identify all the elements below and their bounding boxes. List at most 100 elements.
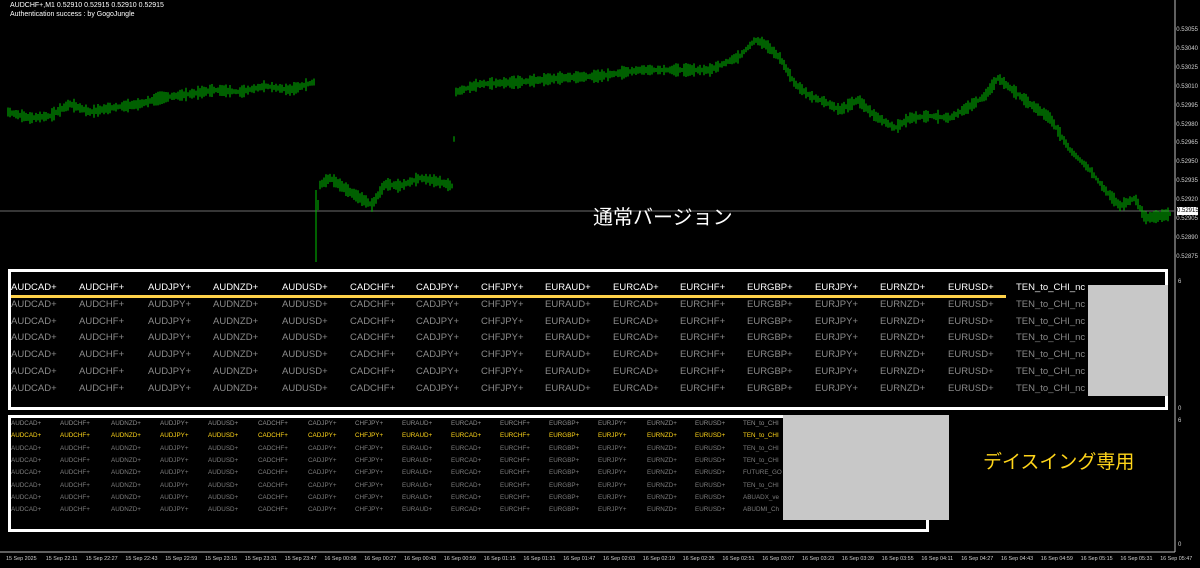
pair-cell[interactable]: EURCAD+ <box>451 432 481 439</box>
pair-cell[interactable]: AUDNZD+ <box>111 494 141 501</box>
pair-cell[interactable]: AUDUSD+ <box>282 349 328 360</box>
pair-cell[interactable]: EURJPY+ <box>598 445 627 452</box>
pair-cell[interactable]: EURNZD+ <box>880 299 925 310</box>
pair-cell[interactable]: AUDJPY+ <box>160 469 189 476</box>
pair-cell[interactable]: CHFJPY+ <box>481 383 524 394</box>
pair-cell[interactable]: EURJPY+ <box>815 282 858 293</box>
pair-cell[interactable]: EURAUD+ <box>402 494 432 501</box>
pair-cell[interactable]: EURJPY+ <box>598 469 627 476</box>
pair-cell[interactable]: EURGBP+ <box>549 420 579 427</box>
pair-cell[interactable]: AUDNZD+ <box>111 432 141 439</box>
pair-cell[interactable]: AUDCHF+ <box>79 299 124 310</box>
pair-cell[interactable]: EURAUD+ <box>402 506 432 513</box>
pair-cell[interactable]: EURAUD+ <box>402 469 432 476</box>
pair-cell[interactable]: TEN_to_CHI_nc <box>1016 366 1085 377</box>
pair-cell[interactable]: EURNZD+ <box>880 349 925 360</box>
pair-cell[interactable]: EURGBP+ <box>549 494 579 501</box>
pair-cell[interactable]: AUDCHF+ <box>60 506 90 513</box>
pair-cell[interactable]: EURCAD+ <box>451 445 481 452</box>
pair-cell[interactable]: AUDUSD+ <box>208 432 238 439</box>
pair-cell[interactable]: CADCHF+ <box>350 282 395 293</box>
pair-cell[interactable]: AUDNZD+ <box>213 349 258 360</box>
pair-cell[interactable]: AUDUSD+ <box>208 457 238 464</box>
pair-cell[interactable]: TEN_to_CHI <box>743 432 779 439</box>
pair-cell[interactable]: AUDJPY+ <box>160 432 189 439</box>
pair-cell[interactable]: AUDCAD+ <box>11 349 57 360</box>
pair-cell[interactable]: EURUSD+ <box>695 432 725 439</box>
pair-cell[interactable]: EURCAD+ <box>451 506 481 513</box>
pair-cell[interactable]: CADJPY+ <box>308 420 337 427</box>
pair-cell[interactable]: CADJPY+ <box>308 432 337 439</box>
pair-cell[interactable]: EURUSD+ <box>695 494 725 501</box>
pair-cell[interactable]: AUDCAD+ <box>11 482 41 489</box>
pair-cell[interactable]: EURCHF+ <box>680 349 725 360</box>
pair-cell[interactable]: CHFJPY+ <box>481 332 524 343</box>
pair-cell[interactable]: EURCAD+ <box>613 366 659 377</box>
pair-cell[interactable]: AUDNZD+ <box>213 383 258 394</box>
pair-cell[interactable]: EURUSD+ <box>695 457 725 464</box>
pair-cell[interactable]: EURUSD+ <box>695 420 725 427</box>
pair-cell[interactable]: EURNZD+ <box>880 282 925 293</box>
pair-cell[interactable]: AUDUSD+ <box>208 482 238 489</box>
pair-cell[interactable]: EURJPY+ <box>815 383 858 394</box>
pair-cell[interactable]: EURJPY+ <box>598 420 627 427</box>
pair-cell[interactable]: AUDCAD+ <box>11 282 57 293</box>
pair-cell[interactable]: AUDNZD+ <box>111 482 141 489</box>
pair-cell[interactable]: AUDUSD+ <box>208 494 238 501</box>
pair-cell[interactable]: CADCHF+ <box>350 316 395 327</box>
pair-cell[interactable]: CHFJPY+ <box>481 366 524 377</box>
pair-cell[interactable]: AUDNZD+ <box>213 332 258 343</box>
pair-cell[interactable]: EURUSD+ <box>695 506 725 513</box>
pair-cell[interactable]: EURUSD+ <box>948 349 994 360</box>
pair-cell[interactable]: EURAUD+ <box>545 383 591 394</box>
pair-cell[interactable]: EURCHF+ <box>680 366 725 377</box>
pair-cell[interactable]: CHFJPY+ <box>355 445 383 452</box>
pair-cell[interactable]: AUDUSD+ <box>208 469 238 476</box>
pair-cell[interactable]: EURGBP+ <box>747 299 793 310</box>
pair-cell[interactable]: EURNZD+ <box>647 482 677 489</box>
pair-cell[interactable]: CHFJPY+ <box>355 506 383 513</box>
pair-cell[interactable]: CADJPY+ <box>308 506 337 513</box>
pair-cell[interactable]: AUDUSD+ <box>208 420 238 427</box>
pair-cell[interactable]: EURAUD+ <box>402 420 432 427</box>
pair-cell[interactable]: AUDCHF+ <box>79 366 124 377</box>
pair-cell[interactable]: AUDCAD+ <box>11 469 41 476</box>
pair-cell[interactable]: AUDUSD+ <box>208 445 238 452</box>
pair-cell[interactable]: CHFJPY+ <box>481 282 524 293</box>
pair-cell[interactable]: AUDCHF+ <box>60 482 90 489</box>
pair-cell[interactable]: EURJPY+ <box>598 482 627 489</box>
pair-cell[interactable]: EURJPY+ <box>598 457 627 464</box>
pair-cell[interactable]: AUDUSD+ <box>282 282 328 293</box>
pair-cell[interactable]: EURAUD+ <box>545 332 591 343</box>
pair-cell[interactable]: CADCHF+ <box>258 420 288 427</box>
pair-cell[interactable]: EURCHF+ <box>500 457 530 464</box>
pair-cell[interactable]: AUDCAD+ <box>11 432 41 439</box>
pair-cell[interactable]: EURGBP+ <box>549 432 579 439</box>
pair-cell[interactable]: AUDJPY+ <box>148 332 191 343</box>
pair-cell[interactable]: AUDCHF+ <box>60 457 90 464</box>
pair-cell[interactable]: EURCAD+ <box>451 482 481 489</box>
pair-cell[interactable]: TEN_to_CHI_nc <box>1016 316 1085 327</box>
pair-cell[interactable]: EURGBP+ <box>549 482 579 489</box>
pair-cell[interactable]: TEN_to_CHI_nc <box>1016 282 1085 293</box>
pair-cell[interactable]: EURCHF+ <box>680 332 725 343</box>
pair-cell[interactable]: EURCAD+ <box>613 349 659 360</box>
pair-cell[interactable]: AUDCHF+ <box>79 349 124 360</box>
pair-cell[interactable]: EURCHF+ <box>680 316 725 327</box>
pair-cell[interactable]: EURUSD+ <box>948 316 994 327</box>
pair-cell[interactable]: EURJPY+ <box>815 366 858 377</box>
pair-cell[interactable]: AUDUSD+ <box>282 366 328 377</box>
pair-cell[interactable]: AUDJPY+ <box>160 445 189 452</box>
pair-cell[interactable]: CHFJPY+ <box>481 299 524 310</box>
pair-cell[interactable]: EURUSD+ <box>695 445 725 452</box>
pair-cell[interactable]: TEN_to_CHI <box>743 445 779 452</box>
pair-cell[interactable]: TEN_to_CHI_nc <box>1016 383 1085 394</box>
pair-cell[interactable]: AUDJPY+ <box>148 349 191 360</box>
pair-cell[interactable]: EURUSD+ <box>948 282 994 293</box>
pair-cell[interactable]: AUDCHF+ <box>60 494 90 501</box>
pair-cell[interactable]: EURAUD+ <box>545 282 591 293</box>
pair-cell[interactable]: TEN_to_CHI <box>743 482 779 489</box>
pair-cell[interactable]: EURJPY+ <box>598 432 627 439</box>
pair-cell[interactable]: CADJPY+ <box>308 457 337 464</box>
pair-cell[interactable]: CADCHF+ <box>350 332 395 343</box>
